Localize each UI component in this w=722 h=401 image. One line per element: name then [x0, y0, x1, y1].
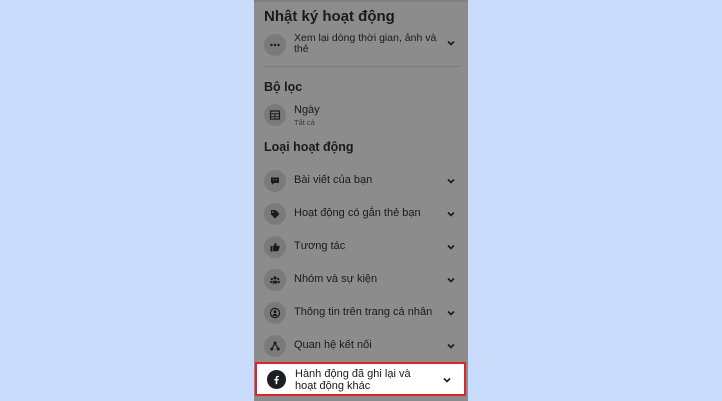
- activity-item-label: Hoạt động có gắn thẻ bạn: [294, 207, 421, 219]
- activity-item-label: Tương tác: [294, 240, 346, 252]
- tag-icon: [264, 203, 286, 225]
- chevron-down-icon: [447, 277, 455, 283]
- chat-bubble-icon: [264, 170, 286, 192]
- review-timeline-label: Xem lại dòng thời gian, ảnh và thẻ: [294, 32, 437, 55]
- review-timeline-row[interactable]: Xem lại dòng thời gian, ảnh và thẻ: [254, 32, 468, 58]
- facebook-icon: [267, 370, 286, 389]
- chevron-down-icon: [447, 244, 455, 250]
- section-divider: [264, 66, 460, 67]
- activity-item-interactions[interactable]: Tương tác: [254, 234, 468, 260]
- activity-item-label: Thông tin trên trang cá nhân: [294, 306, 433, 318]
- people-icon: [264, 269, 286, 291]
- date-filter-value: Tất cả: [294, 118, 315, 127]
- chevron-down-icon: [447, 310, 455, 316]
- date-filter-label: Ngày: [294, 104, 320, 116]
- activity-item-groups-events[interactable]: Nhóm và sự kiện: [254, 267, 468, 293]
- activity-log-panel: Nhật ký hoạt động Xem lại dòng thời gian…: [254, 0, 468, 401]
- activity-item-label: Bài viết của bạn: [294, 174, 373, 186]
- date-filter-row[interactable]: Ngày Tất cả: [254, 102, 468, 128]
- network-icon: [264, 335, 286, 357]
- chevron-down-icon: [447, 211, 455, 217]
- activity-item-connections[interactable]: Quan hệ kết nối: [254, 333, 468, 359]
- calendar-icon: [264, 104, 286, 126]
- chevron-down-icon: [443, 377, 451, 383]
- activity-item-label: Nhóm và sự kiện: [294, 273, 378, 285]
- activity-item-label: Quan hệ kết nối: [294, 339, 372, 351]
- filter-section-title: Bộ lọc: [264, 80, 303, 94]
- activity-item-profile-info[interactable]: Thông tin trên trang cá nhân: [254, 300, 468, 326]
- thumbs-up-icon: [264, 236, 286, 258]
- top-divider: [254, 0, 468, 2]
- user-circle-icon: [264, 302, 286, 324]
- chevron-down-icon: [447, 178, 455, 184]
- activity-type-section-title: Loại hoạt động: [264, 140, 354, 154]
- chevron-down-icon: [447, 40, 455, 46]
- activity-item-logged-actions[interactable]: Hành động đã ghi lại và hoạt động khác: [255, 362, 466, 396]
- activity-item-posts[interactable]: Bài viết của bạn: [254, 168, 468, 194]
- page-title: Nhật ký hoạt động: [264, 8, 395, 25]
- chevron-down-icon: [447, 343, 455, 349]
- more-icon: [264, 34, 286, 56]
- activity-item-tagged[interactable]: Hoạt động có gắn thẻ bạn: [254, 201, 468, 227]
- activity-item-label: Hành động đã ghi lại và hoạt động khác: [295, 368, 411, 392]
